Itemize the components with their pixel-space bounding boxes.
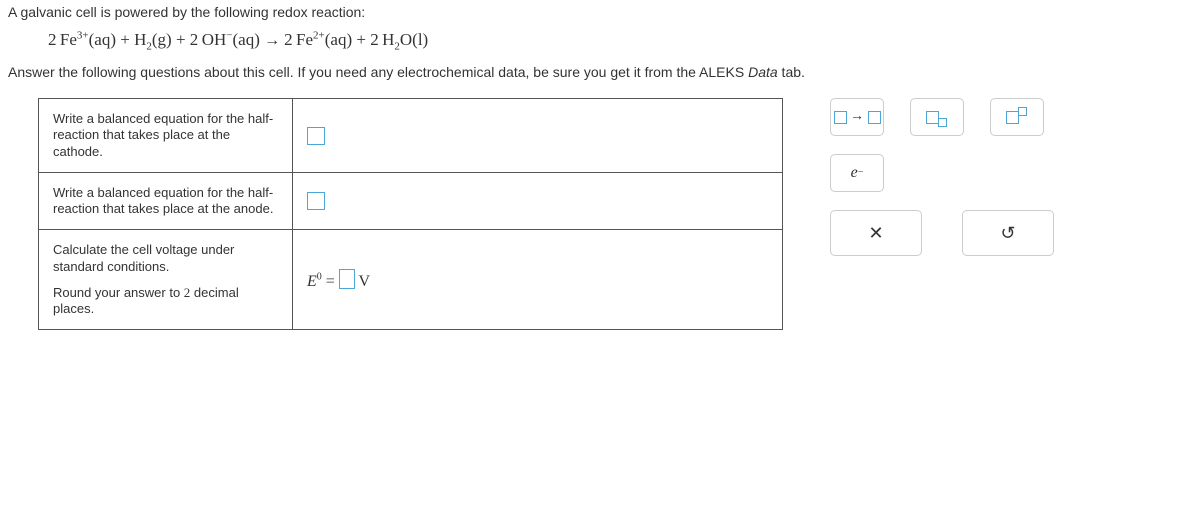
clear-button[interactable]: ✕ (830, 210, 922, 256)
answer-input-box[interactable] (307, 192, 325, 210)
symbol-palette: → e− ✕ ↺ (818, 98, 1068, 330)
q1-answer-cell[interactable] (293, 99, 783, 173)
electron-button[interactable]: e− (830, 154, 884, 192)
q3-label: Calculate the cell voltage under standar… (39, 230, 293, 330)
reset-button[interactable]: ↺ (962, 210, 1054, 256)
q2-answer-cell[interactable] (293, 172, 783, 230)
answer-input-box[interactable] (307, 127, 325, 145)
intro-text: A galvanic cell is powered by the follow… (8, 4, 1192, 20)
q1-label: Write a balanced equation for the half-r… (39, 99, 293, 173)
yields-arrow-button[interactable]: → (830, 98, 884, 136)
redox-equation: 2 Fe3+(aq) + H2(g) + 2 OH−(aq) → 2 Fe2+(… (48, 30, 1192, 50)
x-icon: ✕ (868, 223, 883, 244)
voltage-input-box[interactable] (339, 269, 355, 289)
q3-answer-cell[interactable]: E0 = V (293, 230, 783, 330)
subscript-button[interactable] (910, 98, 964, 136)
q2-label: Write a balanced equation for the half-r… (39, 172, 293, 230)
instructions-text: Answer the following questions about thi… (8, 64, 1192, 80)
reset-icon: ↺ (1000, 223, 1015, 244)
questions-table: Write a balanced equation for the half-r… (38, 98, 783, 330)
superscript-button[interactable] (990, 98, 1044, 136)
